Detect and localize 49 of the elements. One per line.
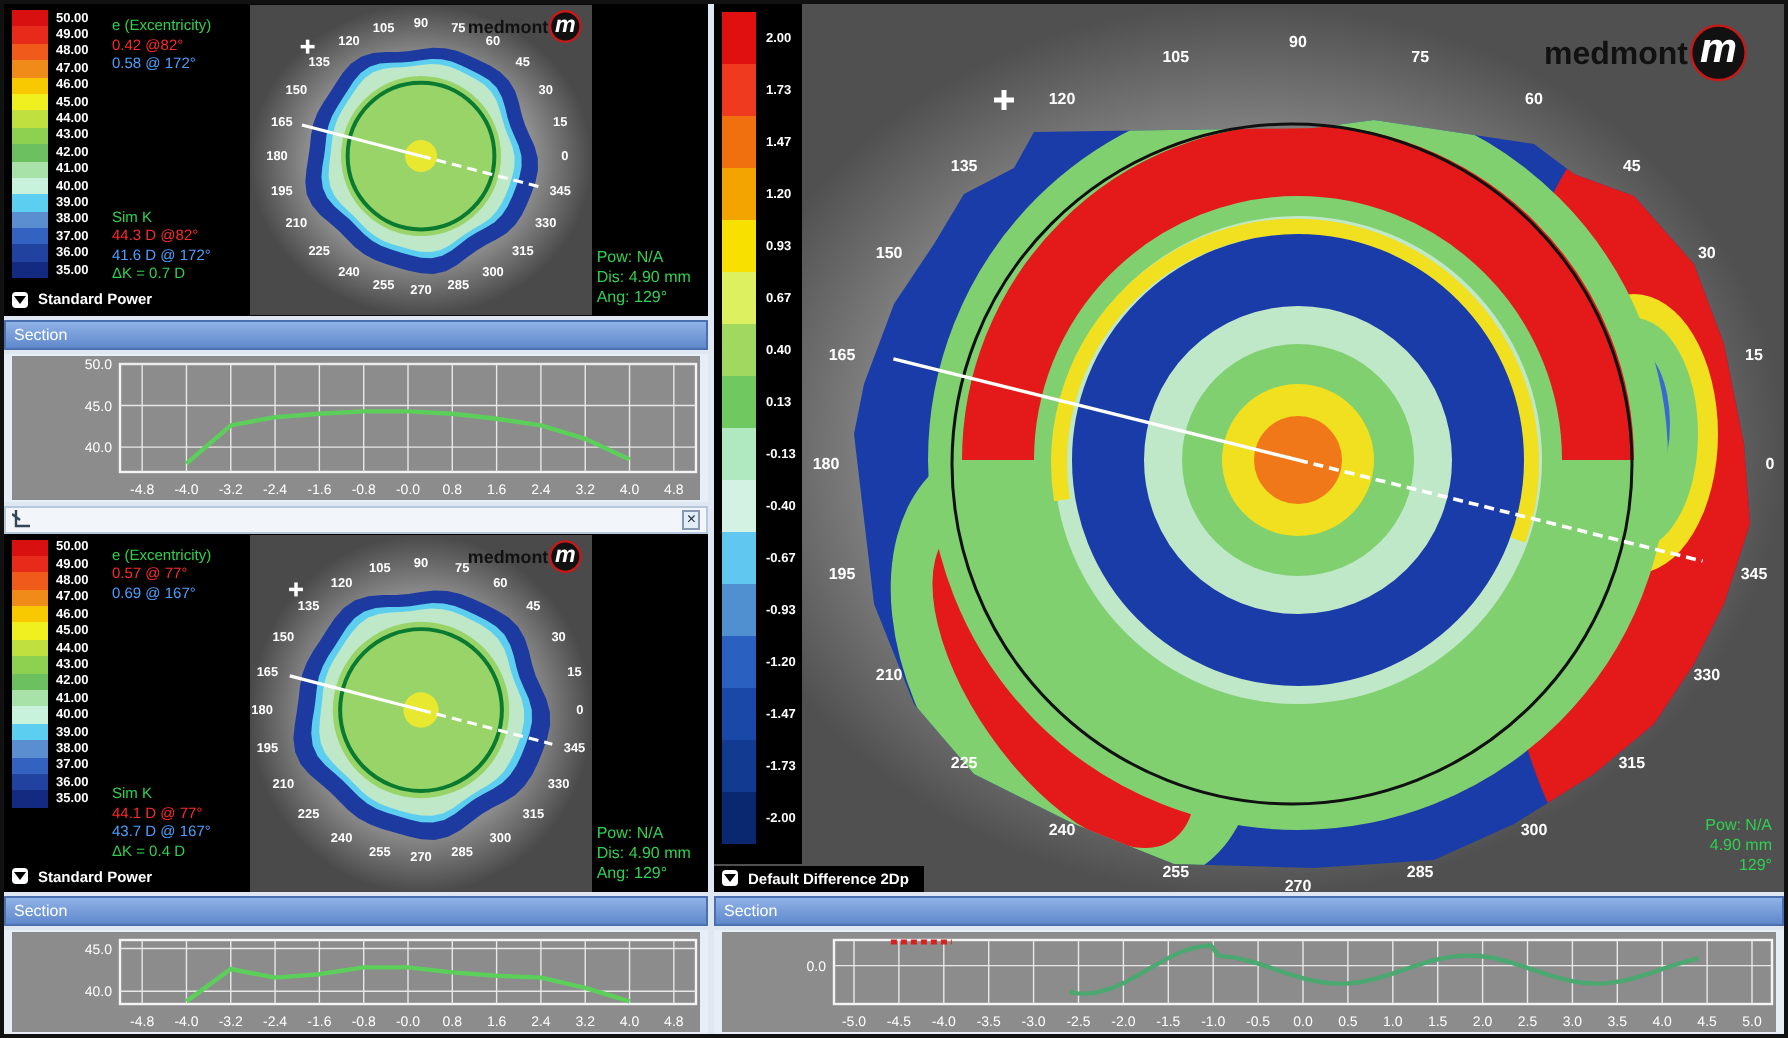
logo-text: medmont	[468, 16, 549, 37]
angle-label: 345	[1740, 564, 1768, 583]
angle-label: 210	[875, 666, 903, 685]
map-info: 129°	[1738, 856, 1772, 876]
angle-label: 165	[828, 346, 856, 365]
angle-label: 0	[1765, 455, 1775, 474]
map-info: Pow: N/A	[596, 824, 666, 844]
dropdown-icon[interactable]	[12, 291, 28, 308]
angle-label: 90	[1289, 33, 1307, 52]
map-info: Ang: 129°	[596, 287, 670, 308]
angle-label: 270	[1284, 877, 1312, 892]
map-info: 4.90 mm	[1709, 836, 1772, 856]
section-header: Section	[714, 896, 1784, 926]
angle-label: 120	[1048, 89, 1076, 108]
angle-label: 15	[1745, 346, 1763, 365]
logo-mark: m	[1690, 24, 1747, 82]
map-info: Dis: 4.90 mm	[596, 844, 693, 864]
angle-label: 195	[828, 564, 856, 583]
angle-label: 255	[1162, 863, 1190, 881]
angle-label: 30	[1697, 244, 1716, 263]
dropdown-icon[interactable]	[12, 868, 28, 884]
map-info: Pow: N/A	[1705, 816, 1772, 836]
map-info: Ang: 129°	[596, 864, 670, 884]
logo-text: medmont	[468, 545, 549, 566]
map-info: Dis: 4.90 mm	[596, 267, 693, 288]
marker-line	[890, 939, 952, 945]
logo-mark: m	[549, 539, 583, 573]
angle-label: 45	[1622, 157, 1641, 175]
logo-text: medmont	[1544, 38, 1688, 72]
angle-label: 285	[1406, 863, 1434, 881]
angle-label: 135	[950, 157, 978, 175]
angle-label: 300	[1520, 820, 1548, 839]
dropdown-icon[interactable]	[722, 870, 738, 886]
angle-label: 240	[1048, 820, 1076, 839]
angle-label: 180	[812, 455, 840, 474]
angle-label: 150	[875, 244, 903, 263]
close-button[interactable]: ×	[682, 509, 700, 530]
map-info: Pow: N/A	[596, 247, 666, 268]
section-header: Section	[4, 319, 708, 350]
angle-label: 60	[1525, 89, 1543, 108]
angle-label: 105	[1162, 47, 1190, 66]
angle-label: 75	[1411, 47, 1430, 66]
plus-marker-icon	[289, 581, 304, 596]
logo-mark: m	[549, 10, 583, 43]
angle-label: 330	[1693, 666, 1721, 685]
section-header: Section	[4, 896, 708, 926]
plus-marker-icon	[994, 90, 1014, 110]
plus-marker-icon	[301, 39, 316, 54]
angle-label: 315	[1618, 753, 1646, 772]
